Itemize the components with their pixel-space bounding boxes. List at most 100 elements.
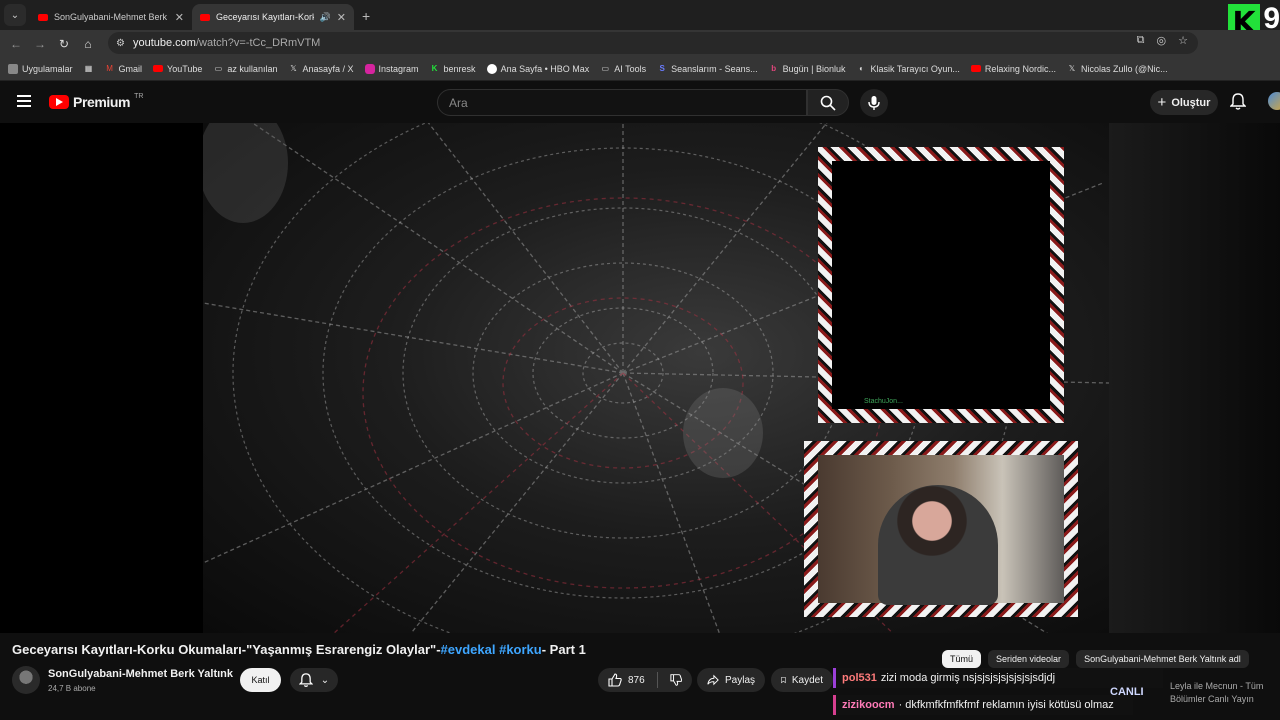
- chip-all[interactable]: Tümü: [942, 650, 982, 668]
- chip-series[interactable]: Seriden videolar: [988, 650, 1070, 668]
- youtube-icon: [153, 65, 164, 72]
- youtube-logo[interactable]: Premium TR: [49, 92, 144, 110]
- chevron-down-icon: ⌄: [320, 674, 330, 686]
- folder-icon: ▭: [214, 64, 223, 73]
- join-button[interactable]: Katıl: [240, 668, 281, 692]
- tab-1[interactable]: SonGulyabani-Mehmet Berk Ya ✕: [30, 4, 192, 30]
- youtube-play-icon: [49, 95, 69, 109]
- chat-text: · dkfkmfkfmfkfmf reklamın iyisi kötüsü o…: [898, 699, 1114, 711]
- stream-overlay-frame: StachuJon...: [818, 147, 1064, 423]
- channel-avatar[interactable]: [12, 666, 40, 694]
- bookmark-nicolas[interactable]: 𝕏 Nicolas Zullo (@Nic...: [1067, 64, 1168, 74]
- bookmark-folder-az[interactable]: ▭ az kullanılan: [213, 64, 278, 74]
- chat-text: zizi moda girmiş nsjsjsjsjsjsjsjsjsdjdj: [880, 672, 1056, 684]
- bookmark-apps[interactable]: Uygulamalar: [8, 63, 73, 74]
- hashtag-link[interactable]: #evdekal: [441, 642, 496, 657]
- forward-icon[interactable]: →: [28, 37, 52, 51]
- bookmark-icon: [781, 677, 786, 684]
- subscriber-count: 24,7 B abone: [48, 684, 96, 693]
- k-icon: K: [431, 64, 438, 73]
- bookmark-relaxing[interactable]: Relaxing Nordic...: [970, 64, 1056, 74]
- chat-username: pol531: [842, 672, 877, 684]
- account-avatar[interactable]: [1268, 92, 1280, 110]
- divider: [656, 672, 658, 688]
- like-button[interactable]: 876: [608, 673, 645, 687]
- new-tab-button[interactable]: +: [362, 8, 370, 24]
- notifications-bell-icon[interactable]: [1230, 93, 1246, 111]
- eye-off-icon[interactable]: ◎: [1157, 34, 1167, 47]
- tab-search-button[interactable]: ⌄: [4, 4, 26, 26]
- bookmarks-bar: Uygulamalar ▦ M Gmail YouTube ▭ az kullanı…: [0, 57, 1280, 81]
- channel-name[interactable]: SonGulyabani-Mehmet Berk Yaltınk: [48, 668, 233, 680]
- bookmark-x[interactable]: 𝕏 Anasayfa / X: [288, 64, 353, 74]
- video-player[interactable]: StachuJon...: [0, 123, 1280, 633]
- apps-icon: [8, 63, 18, 74]
- youtube-masthead: Premium TR Ara + Oluştur: [0, 81, 1280, 123]
- url-actions: ⧉ ◎ ☆: [1137, 34, 1188, 47]
- like-dislike-group: 876: [598, 668, 692, 692]
- youtube-favicon-icon: [38, 13, 48, 21]
- site-info-icon[interactable]: ⚙: [116, 38, 125, 49]
- player-side-area: [1109, 123, 1280, 633]
- bell-icon: [298, 672, 313, 687]
- bookmark-hbo[interactable]: Ana Sayfa • HBO Max: [486, 63, 589, 74]
- live-badge: CANLI: [1110, 686, 1144, 698]
- back-icon[interactable]: ←: [4, 37, 28, 51]
- url-field[interactable]: ⚙ youtube.com/watch?v=-tCc_DRmVTM: [108, 32, 1198, 54]
- recommended-video-title[interactable]: Leyla ile Mecnun - Tüm Bölümler Canlı Ya…: [1170, 680, 1278, 706]
- bookmark-benresk[interactable]: Kbenresk: [430, 64, 476, 74]
- menu-icon[interactable]: [17, 95, 31, 110]
- chip-channel[interactable]: SonGulyabani-Mehmet Berk Yaltınk adl: [1076, 650, 1249, 668]
- speaker-icon[interactable]: 🔊: [320, 12, 331, 23]
- gamepad-icon: ◐: [859, 64, 864, 73]
- webcam-frame: [804, 441, 1078, 617]
- address-bar-row: ← → ↻ ⌂ ⚙ youtube.com/watch?v=-tCc_DRmVT…: [0, 30, 1280, 57]
- voice-search-button[interactable]: [860, 89, 888, 117]
- save-button[interactable]: Kaydet: [771, 668, 833, 692]
- thumbs-down-icon[interactable]: [669, 673, 682, 687]
- bookmark-grid[interactable]: ▦: [84, 64, 94, 74]
- hashtag-link[interactable]: #korku: [499, 642, 542, 657]
- reload-icon[interactable]: ↻: [52, 37, 76, 51]
- share-button[interactable]: Paylaş: [697, 668, 765, 692]
- chat-overlay-message: pol531 zizi moda girmiş nsjsjsjsjsjsjsjs…: [833, 668, 1163, 688]
- folder-icon: ▭: [601, 64, 610, 73]
- x-icon: 𝕏: [290, 64, 297, 73]
- tab-title: Geceyarısı Kayıtları-Korku O: [216, 12, 314, 22]
- url-host: youtube.com: [132, 37, 196, 49]
- close-icon[interactable]: ✕: [175, 11, 184, 24]
- bookmark-seans[interactable]: S Seanslarım - Seans...: [657, 64, 757, 74]
- url-path: /watch?v=-tCc_DRmVTM: [195, 37, 321, 49]
- gmail-icon: M: [106, 64, 113, 73]
- webcam-feed: [818, 455, 1064, 605]
- home-icon[interactable]: ⌂: [76, 37, 100, 51]
- browser-tab-bar: ⌄ SonGulyabani-Mehmet Berk Ya ✕ Geceyarı…: [0, 0, 1280, 30]
- region-code: TR: [134, 92, 144, 100]
- youtube-icon: [970, 65, 981, 72]
- instagram-icon: [364, 63, 375, 74]
- bookmark-instagram[interactable]: Instagram: [364, 63, 419, 74]
- search-input[interactable]: Ara: [437, 89, 807, 116]
- bionluk-icon: b: [771, 64, 777, 73]
- grid-icon: ▦: [84, 64, 93, 73]
- search-button[interactable]: [807, 89, 849, 116]
- close-icon[interactable]: ✕: [337, 11, 346, 24]
- create-button[interactable]: + Oluştur: [1150, 90, 1218, 115]
- bookmark-youtube[interactable]: YouTube: [153, 64, 202, 74]
- bookmark-star-icon[interactable]: ☆: [1178, 34, 1188, 47]
- bookmark-gmail[interactable]: M Gmail: [105, 64, 142, 74]
- like-count: 876: [628, 674, 645, 686]
- install-icon[interactable]: ⧉: [1137, 34, 1145, 47]
- subscription-bell-button[interactable]: ⌄: [290, 668, 338, 692]
- microphone-icon: [868, 96, 880, 110]
- share-icon: [707, 674, 719, 686]
- tab-title: SonGulyabani-Mehmet Berk Ya: [54, 12, 169, 22]
- x-icon: 𝕏: [1068, 64, 1076, 73]
- bookmark-klasik[interactable]: ◐ Klasik Tarayıcı Oyun...: [857, 64, 960, 74]
- tab-2[interactable]: Geceyarısı Kayıtları-Korku O 🔊 ✕: [192, 4, 354, 30]
- streamer-image: [878, 485, 998, 605]
- bookmark-bionluk[interactable]: b Bugün | Bionluk: [769, 64, 845, 74]
- search-icon: [820, 95, 836, 111]
- logo-text: Premium: [73, 94, 131, 110]
- bookmark-ai-tools[interactable]: ▭ AI Tools: [600, 64, 646, 74]
